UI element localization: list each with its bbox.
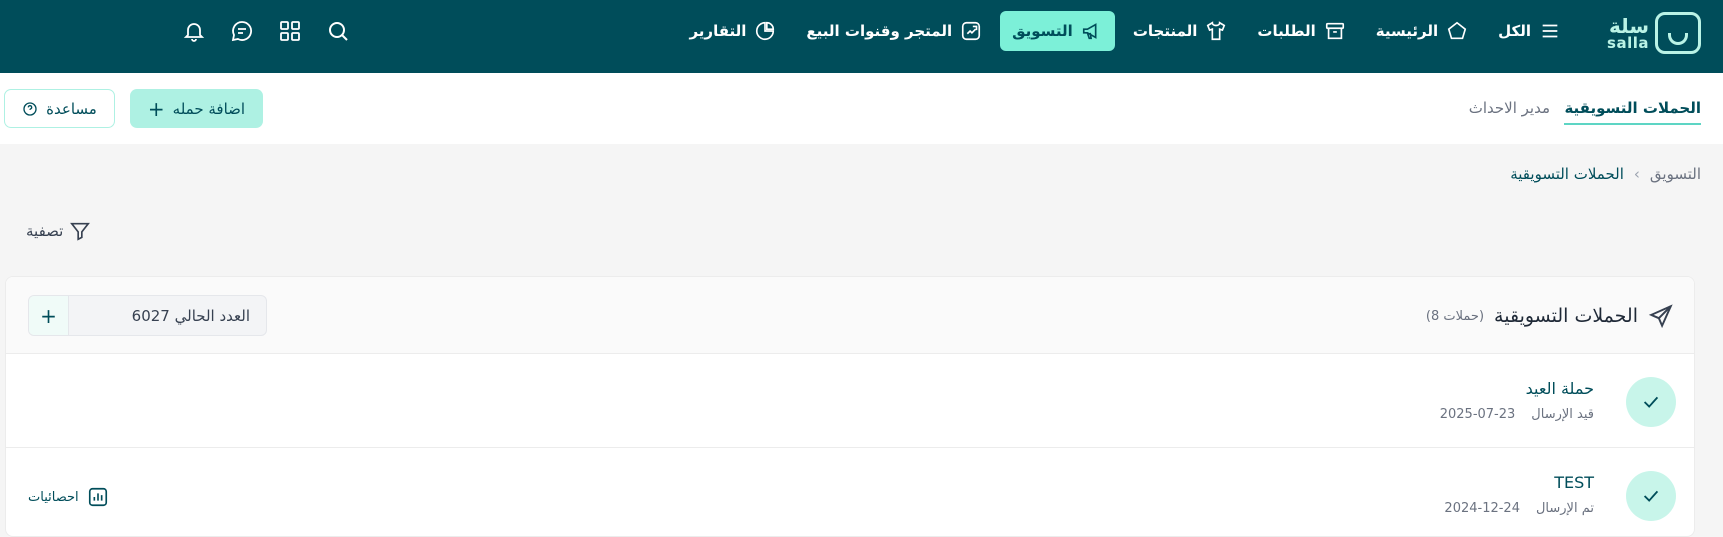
check-icon xyxy=(1643,396,1659,408)
statistics-label: احصائيات xyxy=(28,489,79,505)
utility-icons xyxy=(180,17,352,45)
chat-icon xyxy=(231,21,253,42)
salla-logo[interactable]: سلة salla xyxy=(1601,12,1701,54)
tab-marketing-campaigns[interactable]: الحملات التسويقية xyxy=(1564,99,1701,125)
current-count-value: العدد الحالي 6027 xyxy=(131,306,250,325)
apps-grid-icon xyxy=(280,21,300,41)
nav-item-marketing[interactable]: التسويق xyxy=(1000,11,1115,51)
breadcrumb: التسويق ‹ الحملات التسويقية xyxy=(1510,165,1701,183)
bar-chart-icon xyxy=(88,487,107,507)
campaign-meta: تم الإرسال 2024-12-24 xyxy=(1444,501,1594,516)
check-icon xyxy=(1643,490,1659,502)
campaign-name[interactable]: TEST xyxy=(1554,473,1594,492)
paper-plane-icon xyxy=(1648,304,1673,329)
card-title: الحملات التسويقية (8 حملات) xyxy=(1426,303,1674,329)
question-circle-icon xyxy=(23,101,37,116)
nav-item-label: المنتجات xyxy=(1132,22,1198,40)
status-check xyxy=(1626,377,1676,427)
megaphone-icon xyxy=(1082,23,1097,40)
nav-item-orders[interactable]: الطلبات xyxy=(1245,11,1357,51)
main-nav: الكل الرئيسية الطلبات المنتجات التسويق ا… xyxy=(677,11,1573,51)
help-label: مساعدة xyxy=(46,99,97,118)
tab-events-manager[interactable]: مدير الاحداث xyxy=(1469,99,1550,123)
breadcrumb-marketing[interactable]: التسويق xyxy=(1650,165,1701,183)
messages-button[interactable] xyxy=(228,17,256,45)
nav-item-label: التسويق xyxy=(1012,22,1073,40)
nav-item-reports[interactable]: التقارير xyxy=(677,11,788,51)
campaign-status: قيد الإرسال xyxy=(1531,407,1594,422)
add-campaign-label: اضافة حمله xyxy=(172,99,246,118)
home-icon xyxy=(1447,21,1467,40)
campaign-status: تم الإرسال xyxy=(1535,501,1594,516)
search-icon xyxy=(329,22,348,41)
breadcrumb-current: الحملات التسويقية xyxy=(1510,165,1624,183)
card-title-text: الحملات التسويقية xyxy=(1494,305,1638,327)
nav-item-home[interactable]: الرئيسية xyxy=(1364,11,1480,51)
campaign-date: 2025-07-23 xyxy=(1439,407,1516,422)
archive-box-icon xyxy=(1325,22,1344,40)
current-count-box: + العدد الحالي 6027 xyxy=(28,295,267,336)
nav-item-all[interactable]: الكل xyxy=(1486,11,1573,51)
nav-item-label: المتجر وقنوات البيع xyxy=(806,22,953,40)
help-button[interactable]: مساعدة xyxy=(4,89,115,128)
nav-item-label: الرئيسية xyxy=(1375,22,1439,40)
search-button[interactable] xyxy=(324,17,352,45)
status-check xyxy=(1626,471,1676,521)
sub-header: الحملات التسويقية مدير الاحداث + اضافة ح… xyxy=(0,73,1723,144)
bell-icon xyxy=(183,23,205,42)
campaigns-card: الحملات التسويقية (8 حملات) + العدد الحا… xyxy=(5,276,1695,537)
nav-item-store-channels[interactable]: المتجر وقنوات البيع xyxy=(794,11,994,51)
add-count-button[interactable]: + xyxy=(29,296,69,335)
salla-logo-icon xyxy=(1655,12,1701,54)
campaign-row[interactable]: TEST تم الإرسال 2024-12-24 احصائيات xyxy=(6,448,1694,536)
pie-chart-icon xyxy=(756,21,775,41)
campaign-name[interactable]: حملة العيد xyxy=(1526,379,1594,398)
statistics-link[interactable]: احصائيات xyxy=(28,486,109,508)
plus-icon: + xyxy=(40,303,57,328)
logo-text-ar: سلة xyxy=(1609,13,1649,38)
filter-icon xyxy=(70,222,91,241)
campaign-count: (8 حملات) xyxy=(1425,308,1485,324)
logo-text-en: salla xyxy=(1607,33,1649,52)
card-header: الحملات التسويقية (8 حملات) + العدد الحا… xyxy=(6,277,1694,354)
notifications-button[interactable] xyxy=(180,17,208,45)
nav-item-products[interactable]: المنتجات xyxy=(1121,11,1240,51)
menu-icon xyxy=(1542,24,1558,38)
top-navbar: سلة salla الكل الرئيسية الطلبات المنتجات… xyxy=(0,0,1723,73)
store-channels-icon xyxy=(962,21,981,41)
nav-item-label: الطلبات xyxy=(1257,22,1316,40)
shirt-icon xyxy=(1207,21,1226,41)
add-campaign-button[interactable]: + اضافة حمله xyxy=(130,89,263,128)
plus-icon: + xyxy=(147,96,165,121)
nav-item-label: التقارير xyxy=(689,22,747,40)
filter-button[interactable]: تصفية xyxy=(26,220,91,242)
nav-item-label: الكل xyxy=(1498,22,1531,40)
filter-label: تصفية xyxy=(26,222,64,240)
apps-button[interactable] xyxy=(276,17,304,45)
campaign-meta: قيد الإرسال 2025-07-23 xyxy=(1440,407,1594,422)
chevron-left-icon: ‹ xyxy=(1633,165,1640,183)
campaign-date: 2024-12-24 xyxy=(1444,501,1520,516)
campaign-row[interactable]: حملة العيد قيد الإرسال 2025-07-23 xyxy=(6,354,1694,448)
